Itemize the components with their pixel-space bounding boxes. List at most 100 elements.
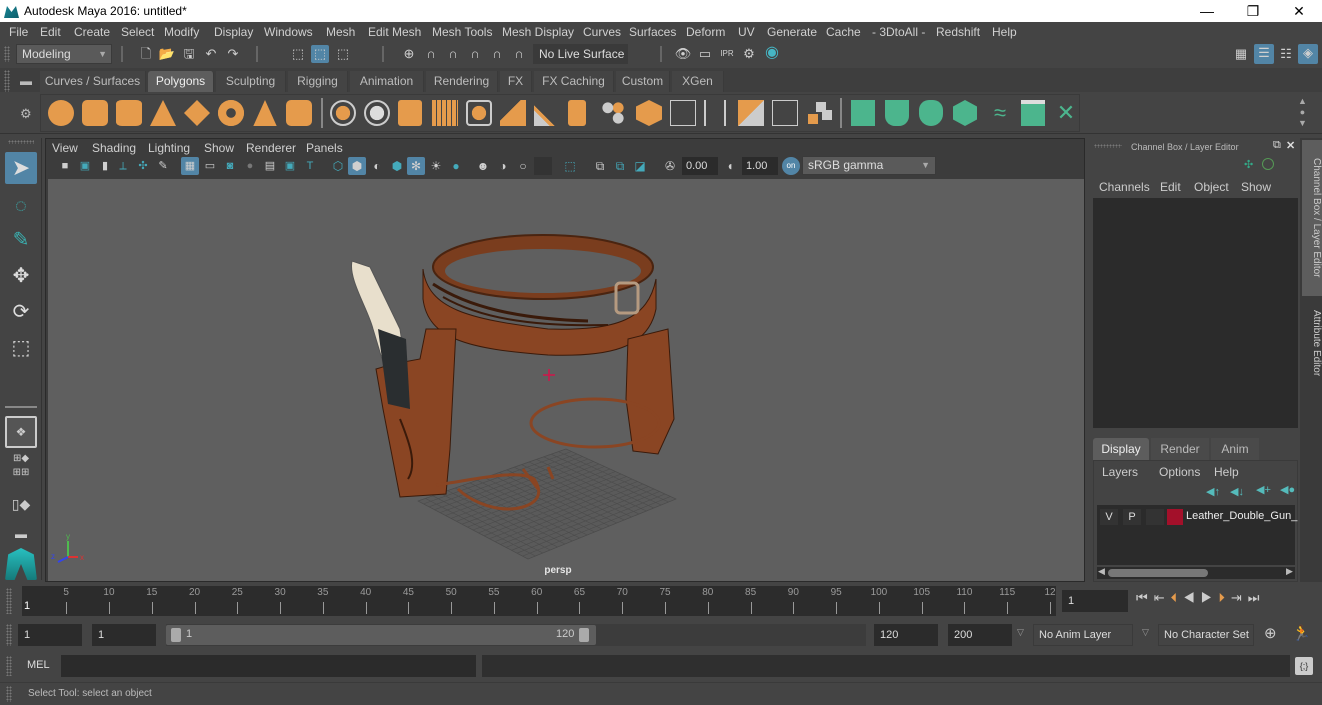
menu-help[interactable]: Help [992,25,1017,39]
menu-cache[interactable]: Cache [826,25,861,39]
camera-attributes-icon[interactable]: ▣ [76,157,94,175]
scroll-left-icon[interactable]: ◀ [1098,566,1105,577]
cb-menu-show[interactable]: Show [1241,180,1271,194]
lasso-tool-icon[interactable]: ◌ [5,190,37,222]
poly-cylinder-icon[interactable] [116,100,142,126]
menu-generate[interactable]: Generate [767,25,817,39]
shelf-tab-animation[interactable]: Animation [350,71,424,92]
menu-edit[interactable]: Edit [40,25,61,39]
image-plane-icon[interactable]: ⟂ [114,157,132,175]
poly-sphere-icon[interactable] [48,100,74,126]
depth-of-field-icon[interactable] [534,157,552,175]
motion-blur-icon[interactable]: ◑ [494,157,512,175]
smooth-icon[interactable] [432,100,458,126]
xray-icon[interactable]: ⧉ [591,157,609,175]
layer-tab-anim[interactable]: Anim [1211,438,1259,460]
screen-space-ao-icon[interactable]: ☻ [474,157,492,175]
make-live-icon[interactable]: ∩ [510,45,528,63]
use-default-material-icon[interactable]: ◐ [368,157,386,175]
attribute-editor-toggle-icon[interactable]: ☰ [1254,44,1274,64]
side-tab-channel-box[interactable]: Channel Box / Layer Editor [1302,140,1322,296]
character-set-dropdown[interactable]: No Character Set [1158,624,1254,646]
hypershade-icon[interactable]: ◉ [763,44,781,62]
poly-cube-icon[interactable] [82,100,108,126]
view-transform-dropdown[interactable]: sRGB gamma ▼ [802,156,936,175]
maximize-button[interactable]: ❐ [1234,0,1272,22]
step-back-frame-icon[interactable]: ⏴ [1171,590,1184,605]
color-management-toggle-icon[interactable]: on [782,157,800,175]
save-scene-icon[interactable]: 🖫 [180,45,198,63]
exposure-reset-icon[interactable]: ✇ [661,157,679,175]
shelf-tab-rendering[interactable]: Rendering [426,71,498,92]
menu-mesh-display[interactable]: Mesh Display [502,25,574,39]
cb-menu-channels[interactable]: Channels [1099,180,1150,194]
animation-preferences-icon[interactable]: 🏃 [1292,624,1311,642]
step-forward-frame-icon[interactable]: ⏵ [1218,590,1231,605]
snap-curve-icon[interactable]: ∩ [422,45,440,63]
open-scene-icon[interactable]: 📂 [158,45,176,63]
select-object-icon[interactable]: ⬚ [311,45,329,63]
step-back-key-icon[interactable]: ⇤ [1154,590,1171,605]
playback-end-field[interactable]: 120 [874,624,938,646]
film-gate-icon[interactable]: ▭ [201,157,219,175]
2d-pan-zoom-icon[interactable]: ✣ [134,157,152,175]
anim-layer-chevron-icon[interactable]: ▽ [1017,627,1024,638]
drag-handle[interactable] [4,46,10,62]
snap-view-plane-icon[interactable]: ∩ [488,45,506,63]
xray-joints-icon[interactable]: ◪ [631,157,649,175]
menu-3dtoall[interactable]: - 3DtoAll - [872,25,925,39]
poly-pipe-icon[interactable] [286,100,312,126]
menu-create[interactable]: Create [74,25,110,39]
range-slider[interactable]: 1 120 [166,625,596,645]
scroll-right-icon[interactable]: ▶ [1286,566,1293,577]
vp-menu-panels[interactable]: Panels [306,141,343,155]
range-start-handle[interactable] [171,628,181,642]
shelf-tab-fx-caching[interactable]: FX Caching [534,71,614,92]
layer-playback-toggle[interactable]: P [1123,509,1141,525]
separate-icon[interactable] [364,100,390,126]
ipr-render-icon[interactable]: IPR [718,45,736,63]
safe-action-icon[interactable]: ▣ [281,157,299,175]
anim-layer-dropdown[interactable]: No Anim Layer [1033,624,1133,646]
shelf-tab-xgen[interactable]: XGen [672,71,724,92]
menu-file[interactable]: File [9,25,28,39]
animation-end-field[interactable]: 200 [948,624,1012,646]
layer-color-swatch[interactable] [1167,509,1183,525]
bookmark-icon[interactable]: ▮ [96,157,114,175]
isolate-select-icon[interactable]: ⬚ [561,157,579,175]
minimize-button[interactable]: — [1188,0,1226,22]
multi-cut-icon[interactable] [534,100,560,126]
shelf-settings-gear-icon[interactable]: ⚙ [20,106,32,122]
layout-uv-icon[interactable]: ✕ [1053,100,1079,126]
drag-handle[interactable] [6,656,12,676]
shelf-scroll[interactable]: ▲ ● ▼ [1298,96,1307,129]
animation-start-field[interactable]: 1 [18,624,82,646]
layer-menu-layers[interactable]: Layers [1102,465,1138,479]
tool-settings-toggle-icon[interactable]: ☷ [1277,45,1295,63]
vp-menu-lighting[interactable]: Lighting [148,141,190,155]
range-end-handle[interactable] [579,628,589,642]
play-forward-icon[interactable]: ▶ [1201,590,1219,605]
menu-modify[interactable]: Modify [164,25,199,39]
menu-display[interactable]: Display [214,25,253,39]
snap-projected-center-icon[interactable]: ∩ [466,45,484,63]
append-icon[interactable] [670,100,696,126]
wireframe-on-shaded-icon[interactable]: ⬢ [388,157,406,175]
mirror-icon[interactable] [398,100,422,126]
menu-curves[interactable]: Curves [583,25,621,39]
new-layer-icon[interactable]: ◀+ [1256,483,1271,496]
menu-uv[interactable]: UV [738,25,755,39]
target-weld-icon[interactable] [738,100,764,126]
anti-aliasing-icon[interactable]: ○ [514,157,532,175]
smooth-shade-icon[interactable]: ⬢ [348,157,366,175]
vp-menu-show[interactable]: Show [204,141,234,155]
menu-select[interactable]: Select [121,25,154,39]
menu-mesh[interactable]: Mesh [326,25,355,39]
layer-visibility-toggle[interactable]: V [1100,509,1118,525]
exposure-field[interactable]: 0.00 [682,157,718,175]
gamma-reset-icon[interactable]: ◖ [721,157,739,175]
modeling-toolkit-icon[interactable]: ▦ [1232,45,1250,63]
planar-uv-icon[interactable] [851,100,875,126]
textured-icon[interactable]: ✻ [407,157,425,175]
channel-list[interactable] [1093,198,1298,428]
